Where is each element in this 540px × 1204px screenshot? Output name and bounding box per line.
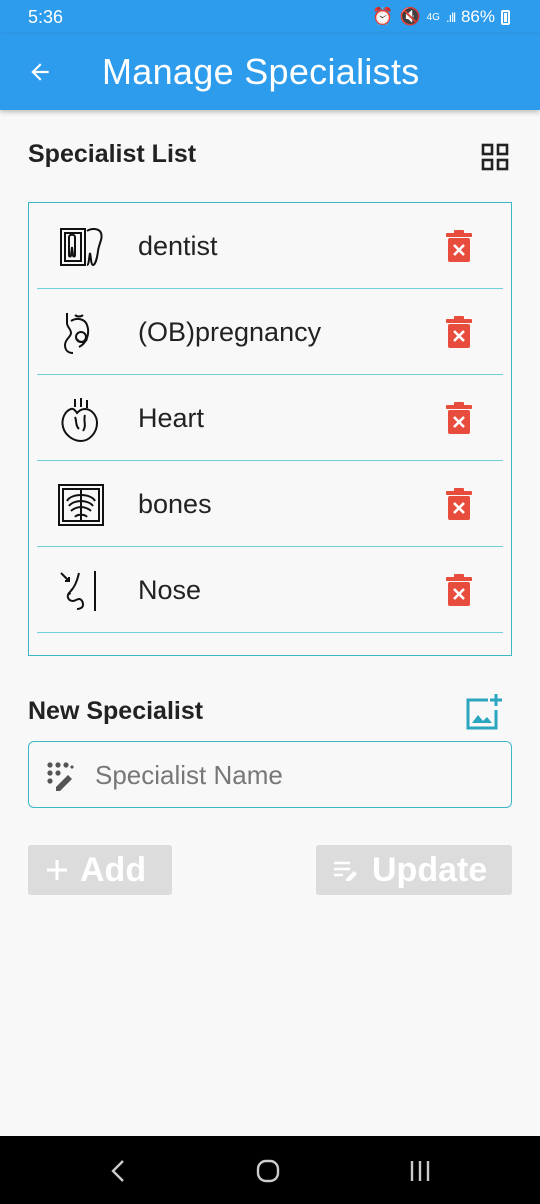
signal-icon: .ıll [445,9,456,25]
auto-fix-icon [47,762,74,791]
tooth-xray-icon [60,227,103,267]
list-item[interactable]: dentist [37,203,503,289]
status-icons: ⏰ 🔇 4G .ıll 86% [372,7,510,27]
pregnancy-icon [63,313,90,354]
network-label: 4G [426,11,440,23]
app-bar: Manage Specialists [0,34,540,110]
mute-icon: 🔇 [399,7,421,26]
nose-icon [60,571,96,611]
delete-icon[interactable] [444,315,474,349]
list-item-label: Nose [138,575,202,605]
list-item-label: (OB)pregnancy [138,317,322,347]
new-specialist-title: New Specialist [28,697,204,725]
plus-icon [46,859,68,881]
delete-icon[interactable] [444,401,474,435]
add-button-label: Add [80,850,147,889]
specialist-list: dentist (OB)pregnancy Heart bones Nose [28,202,512,656]
heart-icon [61,398,99,443]
status-time: 5:36 [28,7,64,27]
nav-back-icon [111,1160,124,1182]
list-item[interactable]: Nose [37,547,503,633]
update-button-label: Update [372,850,488,889]
back-button[interactable] [22,54,58,90]
battery-percent: 86% [460,7,495,26]
list-item[interactable]: Heart [37,375,503,461]
nav-recents-icon [410,1161,430,1181]
grid-view-icon[interactable] [481,143,509,171]
delete-icon[interactable] [444,229,474,263]
list-item-label: Heart [138,403,205,433]
skeleton-xray-icon [58,484,104,526]
nav-back-button[interactable] [103,1156,133,1186]
add-button[interactable]: Add [28,845,172,895]
delete-icon[interactable] [444,573,474,607]
list-item-label: dentist [138,231,218,261]
delete-icon[interactable] [444,487,474,521]
specialist-name-input[interactable] [95,756,495,794]
list-item-label: bones [138,489,212,519]
add-photo-icon[interactable] [464,692,504,732]
specialist-name-box[interactable] [28,741,512,808]
list-item[interactable]: bones [37,461,503,547]
edit-note-icon [332,859,360,881]
status-bar: 5:36 ⏰ 🔇 4G .ıll 86% [0,0,540,34]
arrow-left-icon [31,63,49,81]
nav-home-button[interactable] [253,1156,283,1186]
nav-home-icon [256,1159,280,1183]
alarm-icon: ⏰ [372,7,394,26]
battery-icon [501,9,510,25]
update-button[interactable]: Update [316,845,512,895]
page-title: Manage Specialists [102,51,420,92]
list-item[interactable]: (OB)pregnancy [37,289,503,375]
specialist-list-title: Specialist List [28,140,197,168]
system-nav-bar [0,1136,540,1204]
nav-recents-button[interactable] [405,1156,435,1186]
